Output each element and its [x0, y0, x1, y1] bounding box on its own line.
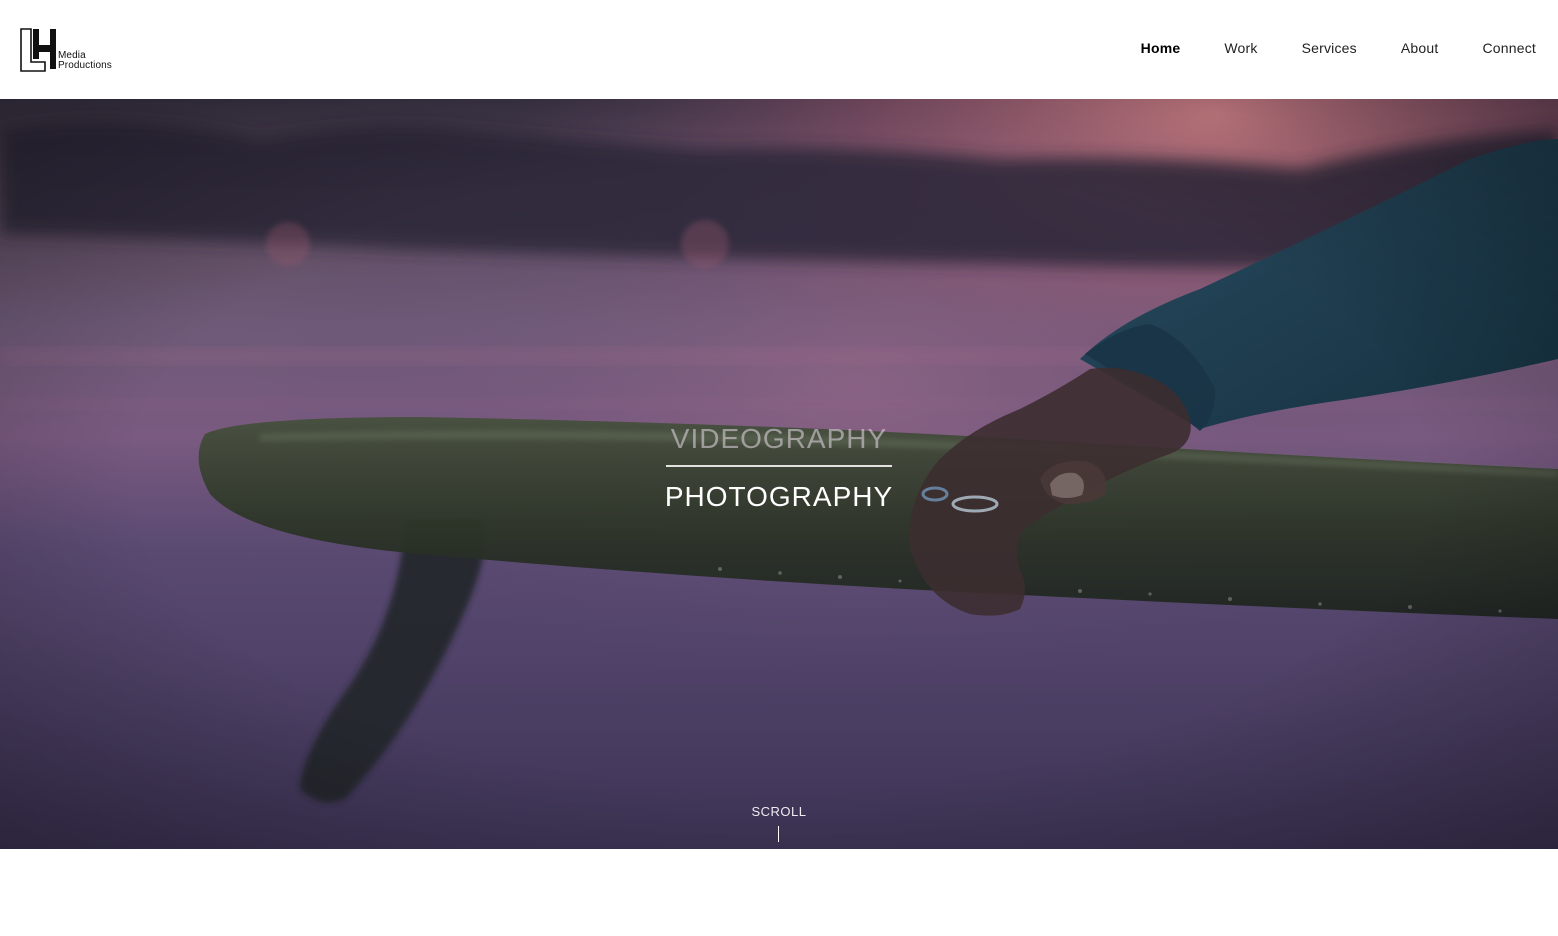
hero-title-photography: PHOTOGRAPHY [664, 481, 894, 512]
logo-wordmark: Media Productions [58, 51, 112, 71]
nav-services[interactable]: Services [1302, 40, 1357, 56]
page: Media Productions Home Work Services Abo… [0, 0, 1558, 936]
nav-connect[interactable]: Connect [1482, 40, 1536, 56]
hero-titles: VIDEOGRAPHY PHOTOGRAPHY [0, 419, 1558, 517]
nav-work[interactable]: Work [1224, 40, 1257, 56]
scroll-indicator-line [778, 826, 779, 842]
site-header: Media Productions Home Work Services Abo… [0, 0, 1558, 99]
scroll-label[interactable]: SCROLL [0, 804, 1558, 819]
hero-title-divider [666, 465, 892, 467]
hero-section: VIDEOGRAPHY PHOTOGRAPHY SCROLL [0, 99, 1558, 849]
logo-link[interactable]: Media Productions [20, 28, 130, 74]
lh-monogram-logo [20, 28, 56, 72]
hero-title-videography: VIDEOGRAPHY [670, 423, 888, 454]
main-nav: Home Work Services About Connect [1141, 40, 1536, 56]
logo-line-productions: Productions [58, 60, 112, 71]
nav-about[interactable]: About [1401, 40, 1439, 56]
nav-home[interactable]: Home [1141, 40, 1181, 56]
